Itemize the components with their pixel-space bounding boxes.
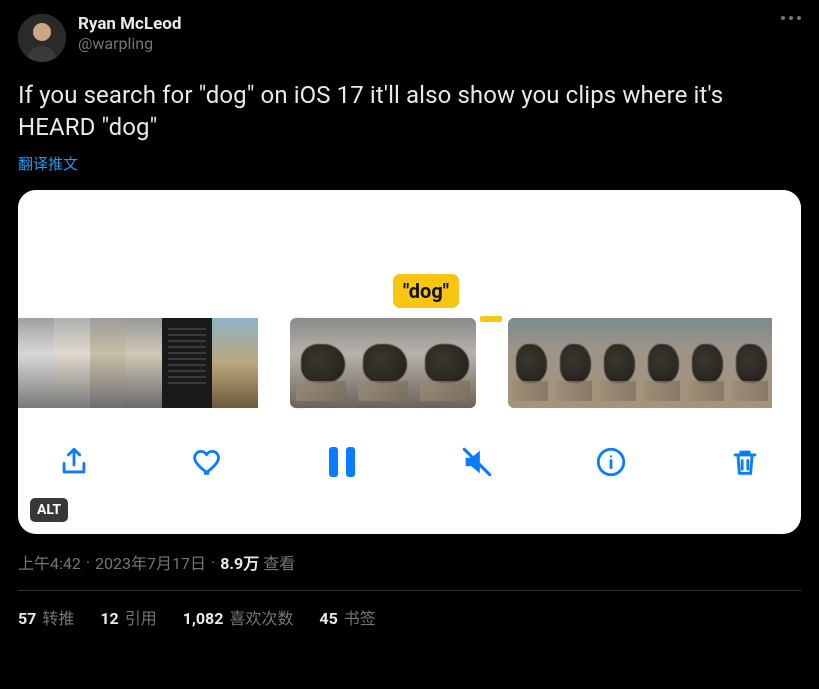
search-token-badge: "dog" xyxy=(393,274,459,308)
tweet-date[interactable]: 2023年7月17日 xyxy=(95,550,206,574)
clip-thumbnail[interactable] xyxy=(90,318,126,408)
media-attachment: "dog" xyxy=(18,190,801,534)
views-label: 查看 xyxy=(263,554,295,573)
pause-icon[interactable] xyxy=(322,442,362,482)
media-controls xyxy=(18,410,801,514)
user-handle[interactable]: @warpling xyxy=(78,34,181,53)
display-name[interactable]: Ryan McLeod xyxy=(78,14,181,34)
clip-thumbnail[interactable] xyxy=(596,318,640,408)
quotes-stat[interactable]: 12引用 xyxy=(100,605,156,629)
translate-link[interactable]: 翻译推文 xyxy=(18,153,78,174)
bookmarks-stat[interactable]: 45书签 xyxy=(319,605,375,629)
clip-thumbnail[interactable] xyxy=(352,318,414,408)
clip-group-1 xyxy=(18,318,258,408)
clip-thumbnail[interactable] xyxy=(414,318,476,408)
clip-group-2 xyxy=(290,318,476,408)
clip-thumbnail[interactable] xyxy=(728,318,772,408)
tweet-time[interactable]: 上午4:42 xyxy=(18,550,81,574)
clip-timeline[interactable] xyxy=(18,316,801,410)
tweet-stats: 57转推 12引用 1,082喜欢次数 45书签 xyxy=(18,605,801,629)
avatar-image xyxy=(18,14,66,62)
more-options-icon[interactable] xyxy=(781,16,801,20)
clip-thumbnail[interactable] xyxy=(212,318,258,408)
share-icon[interactable] xyxy=(54,442,94,482)
clip-thumbnail[interactable] xyxy=(126,318,162,408)
tweet-container: Ryan McLeod @warpling If you search for … xyxy=(0,0,819,629)
clip-thumbnail[interactable] xyxy=(18,318,54,408)
views-count[interactable]: 8.9万 xyxy=(220,554,259,573)
retweets-stat[interactable]: 57转推 xyxy=(18,605,74,629)
clip-thumbnail[interactable] xyxy=(508,318,552,408)
search-token-marker xyxy=(480,316,502,322)
tweet-meta: 上午4:42 · 2023年7月17日 · 8.9万查看 xyxy=(18,550,801,574)
clip-thumbnail[interactable] xyxy=(684,318,728,408)
alt-badge[interactable]: ALT xyxy=(30,498,68,522)
clip-group-3 xyxy=(508,318,772,408)
mute-icon[interactable] xyxy=(457,442,497,482)
avatar[interactable] xyxy=(18,14,66,62)
heart-icon[interactable] xyxy=(188,442,228,482)
divider xyxy=(18,590,801,591)
clip-thumbnail[interactable] xyxy=(162,318,212,408)
clip-thumbnail[interactable] xyxy=(552,318,596,408)
likes-stat[interactable]: 1,082喜欢次数 xyxy=(183,605,294,629)
clip-thumbnail[interactable] xyxy=(54,318,90,408)
tweet-text: If you search for "dog" on iOS 17 it'll … xyxy=(18,80,801,143)
user-block: Ryan McLeod @warpling xyxy=(78,14,181,54)
clip-thumbnail[interactable] xyxy=(290,318,352,408)
media-top-area: "dog" xyxy=(18,190,801,316)
trash-icon[interactable] xyxy=(725,442,765,482)
tweet-header: Ryan McLeod @warpling xyxy=(18,14,801,62)
clip-thumbnail[interactable] xyxy=(640,318,684,408)
media-card[interactable]: "dog" xyxy=(18,190,801,534)
info-icon[interactable] xyxy=(591,442,631,482)
